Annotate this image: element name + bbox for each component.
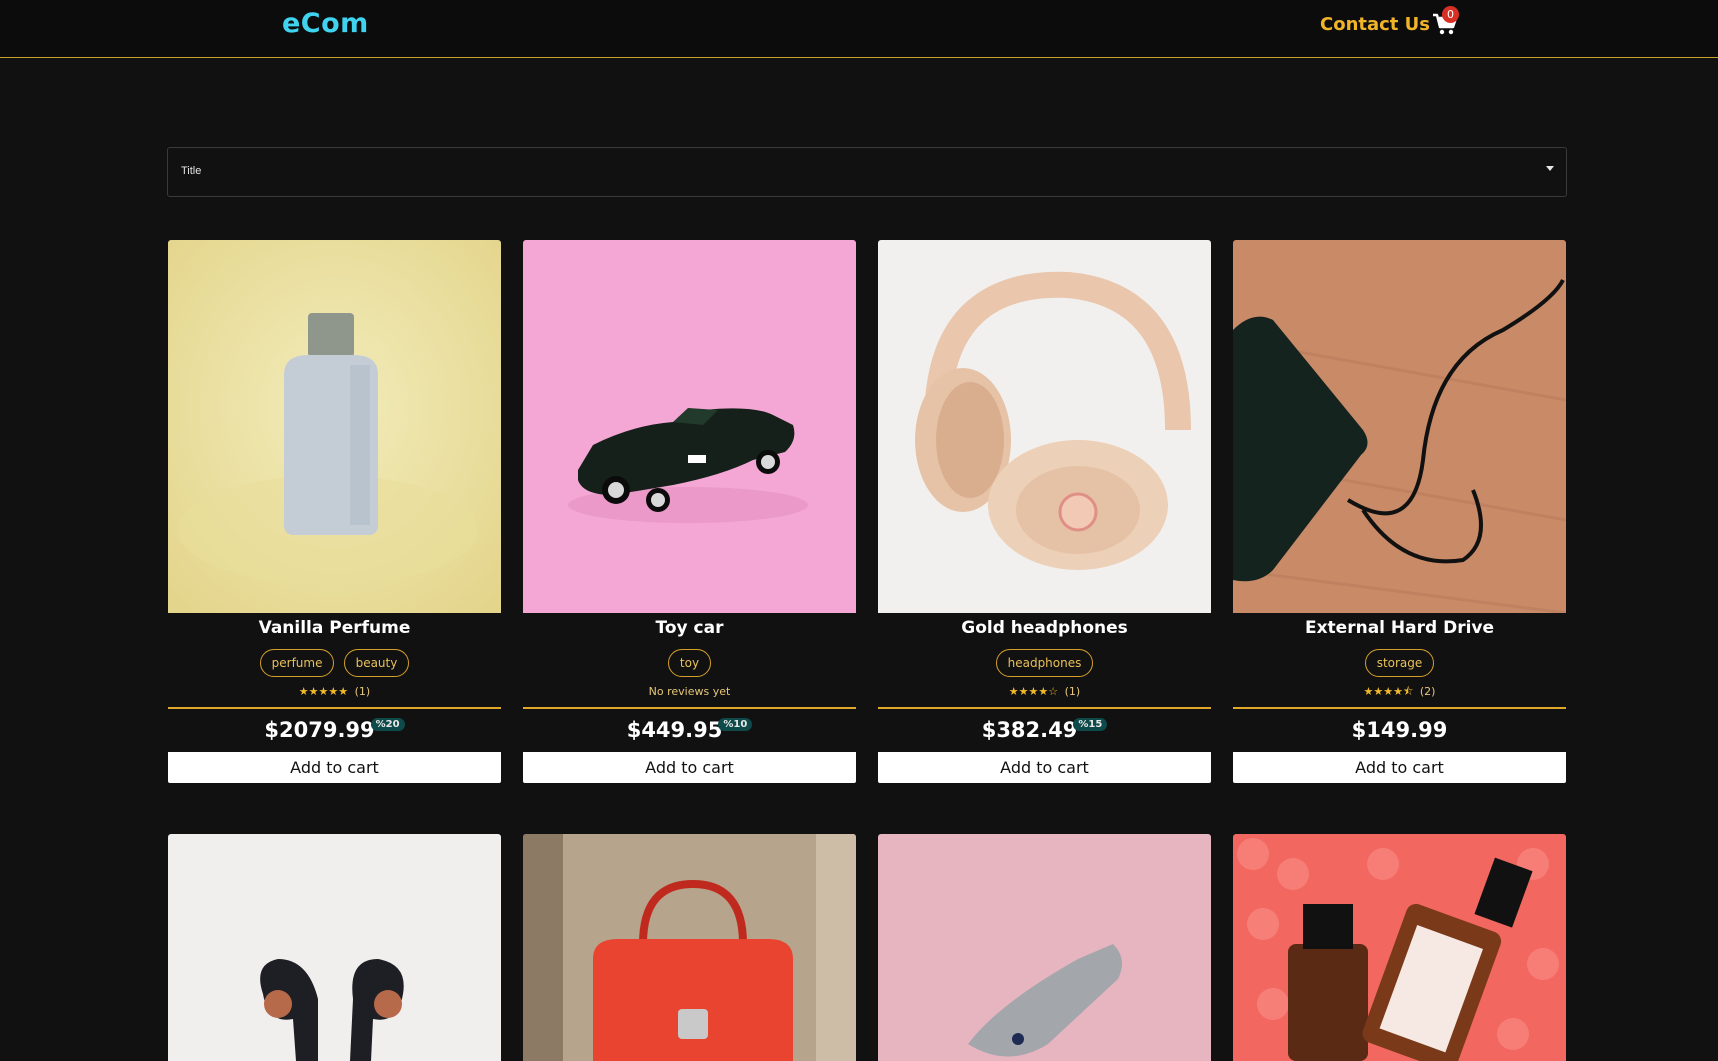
add-to-cart-button[interactable]: Add to cart [168,752,501,783]
discount-badge: %20 [370,718,405,731]
review-count: (2) [1419,685,1436,698]
product-tags: headphones [878,649,1211,679]
price-row: $382.49%15 [878,709,1211,752]
product-card [168,834,501,1061]
product-rating: ★★★★☆ (1) [878,681,1211,703]
product-card: External Hard Drive storage ★★★★⯪ (2) $1… [1233,240,1566,783]
product-image[interactable] [523,240,856,613]
review-count: (1) [1064,685,1081,698]
sort-select-label: Title [181,165,202,177]
product-title[interactable]: External Hard Drive [1233,616,1566,640]
no-reviews-text: No reviews yet [648,685,731,698]
product-card [1233,834,1566,1061]
discount-badge: %10 [718,718,753,731]
product-tags: storage [1233,649,1566,679]
caret-down-icon [1546,166,1554,171]
product-card [878,834,1211,1061]
logo[interactable]: eCom [282,8,369,39]
product-image[interactable] [1233,240,1566,613]
star-rating-icon: ★★★★☆ [1008,685,1059,698]
star-rating-icon: ★★★★★ [298,685,349,698]
product-image[interactable] [878,834,1211,1061]
product-tags: perfume beauty [168,649,501,679]
product-price: $449.95 [626,718,723,742]
product-image[interactable] [878,240,1211,613]
price-row: $2079.99%20 [168,709,501,752]
product-title[interactable]: Gold headphones [878,616,1211,640]
top-navbar: eCom Contact Us 0 [0,0,1718,58]
discount-badge: %15 [1073,718,1108,731]
product-title[interactable]: Toy car [523,616,856,640]
tag-chip[interactable]: toy [667,649,712,677]
sort-select[interactable]: Title [167,147,1567,197]
product-rating: No reviews yet [523,681,856,703]
add-to-cart-button[interactable]: Add to cart [523,752,856,783]
review-count: (1) [354,685,371,698]
product-price: $382.49 [981,718,1078,742]
cart-count-badge: 0 [1442,6,1459,23]
contact-us-link[interactable]: Contact Us [1320,14,1430,35]
star-rating-icon: ★★★★⯪ [1363,685,1414,698]
tag-chip[interactable]: storage [1364,649,1435,677]
tag-chip[interactable]: perfume [259,649,335,677]
price-row: $149.99 [1233,709,1566,752]
tag-chip[interactable]: headphones [995,649,1094,677]
product-rating: ★★★★★ (1) [168,681,501,703]
product-image[interactable] [523,834,856,1061]
add-to-cart-button[interactable]: Add to cart [878,752,1211,783]
product-image[interactable] [1233,834,1566,1061]
price-row: $449.95%10 [523,709,856,752]
tag-chip[interactable]: beauty [343,649,410,677]
product-price: $2079.99 [264,718,375,742]
product-card: Gold headphones headphones ★★★★☆ (1) $38… [878,240,1211,783]
add-to-cart-button[interactable]: Add to cart [1233,752,1566,783]
product-card: Toy car toy No reviews yet $449.95%10 Ad… [523,240,856,783]
product-card [523,834,856,1061]
product-price: $149.99 [1351,718,1448,742]
product-title[interactable]: Vanilla Perfume [168,616,501,640]
product-card: Vanilla Perfume perfume beauty ★★★★★ (1)… [168,240,501,783]
product-tags: toy [523,649,856,679]
product-image[interactable] [168,834,501,1061]
product-rating: ★★★★⯪ (2) [1233,681,1566,703]
product-image[interactable] [168,240,501,613]
